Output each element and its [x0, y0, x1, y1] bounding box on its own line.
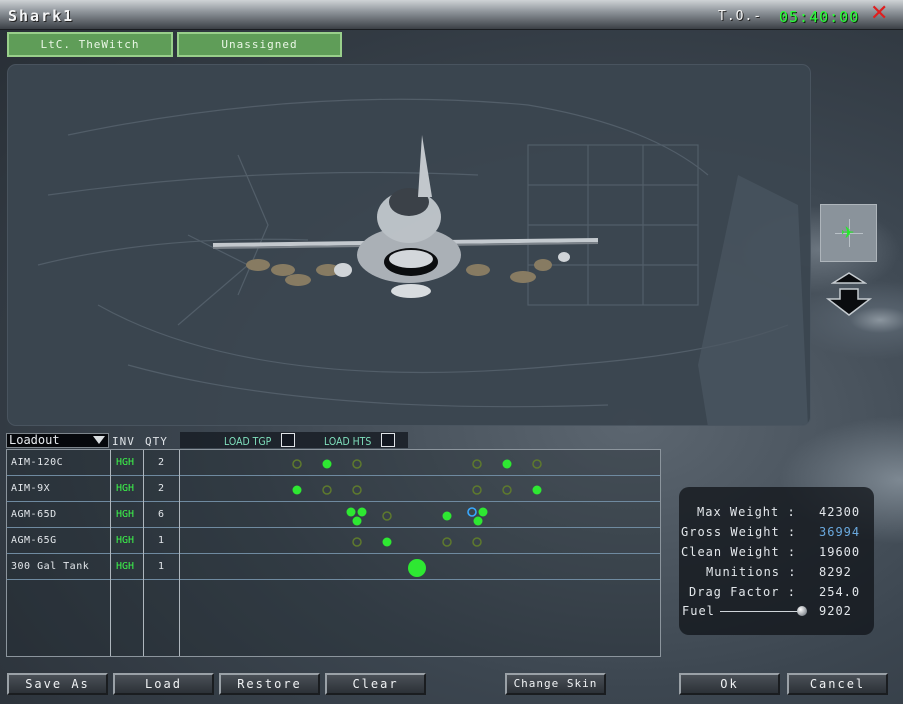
- load-hts-checkbox[interactable]: [381, 433, 395, 447]
- hardpoint-loaded-marker[interactable]: [478, 507, 488, 517]
- hardpoint-empty-marker[interactable]: [472, 485, 482, 495]
- restore-button[interactable]: Restore: [219, 673, 320, 695]
- munitions-label: Munitions :: [706, 565, 797, 579]
- hardpoint-empty-marker[interactable]: [472, 459, 482, 469]
- hardpoint-empty-marker[interactable]: [352, 459, 362, 469]
- hardpoint-loaded-marker[interactable]: [346, 507, 356, 517]
- hardpoint-empty-marker[interactable]: [352, 537, 362, 547]
- gross-weight-label: Gross Weight :: [681, 525, 797, 539]
- fuel-value: 9202: [819, 604, 852, 618]
- save-as-button[interactable]: Save As: [7, 673, 108, 695]
- clean-weight-label: Clean Weight :: [681, 545, 797, 559]
- hardpoint-loaded-marker[interactable]: [382, 537, 392, 547]
- loadout-dropdown-value: Loadout: [9, 433, 60, 447]
- view-rotate-pad[interactable]: ✈: [820, 204, 877, 262]
- munitions-value: 8292: [819, 565, 852, 579]
- hardpoint-empty-marker[interactable]: [502, 485, 512, 495]
- change-skin-button[interactable]: Change Skin: [505, 673, 606, 695]
- ok-button[interactable]: Ok: [679, 673, 780, 695]
- pilot-slot-1[interactable]: LtC. TheWitch: [7, 32, 173, 57]
- hardpoint-empty-marker[interactable]: [382, 511, 392, 521]
- hardpoint-loaded-marker[interactable]: [408, 559, 426, 577]
- flight-title: Shark1: [8, 7, 75, 25]
- zoom-in-arrow-icon[interactable]: [831, 272, 867, 284]
- gross-weight-value: 36994: [819, 525, 861, 539]
- close-icon[interactable]: ✕: [870, 3, 890, 25]
- hardpoint-empty-marker[interactable]: [442, 537, 452, 547]
- cancel-button[interactable]: Cancel: [787, 673, 888, 695]
- aircraft-preview-art: [37, 98, 808, 425]
- hardpoint-empty-marker[interactable]: [292, 459, 302, 469]
- load-hts-label: LOAD HTS: [324, 435, 372, 448]
- takeoff-time: 05:40:00: [779, 8, 860, 26]
- hardpoint-loaded-marker[interactable]: [322, 459, 332, 469]
- clear-button[interactable]: Clear: [325, 673, 426, 695]
- title-bar: Shark1 T.O.- 05:40:00 ✕: [0, 0, 903, 30]
- hardpoint-loaded-marker[interactable]: [473, 516, 483, 526]
- chevron-down-icon: [93, 436, 105, 444]
- load-tgp-label: LOAD TGP: [224, 435, 272, 448]
- drag-factor-label: Drag Factor :: [689, 585, 796, 599]
- hardpoint-loaded-marker[interactable]: [502, 459, 512, 469]
- aircraft-preview[interactable]: [7, 64, 811, 426]
- hardpoint-empty-marker[interactable]: [532, 459, 542, 469]
- zoom-out-arrow-icon[interactable]: [826, 288, 872, 316]
- hardpoint-loaded-marker[interactable]: [532, 485, 542, 495]
- fuel-slider-handle[interactable]: [797, 606, 807, 616]
- hardpoint-loaded-marker[interactable]: [442, 511, 452, 521]
- plane-icon: ✈: [841, 223, 855, 242]
- loadout-dropdown[interactable]: Loadout: [6, 433, 109, 448]
- load-button[interactable]: Load: [113, 673, 214, 695]
- drag-factor-value: 254.0: [819, 585, 861, 599]
- pilot-slot-2[interactable]: Unassigned: [177, 32, 342, 57]
- fuel-label: Fuel: [682, 604, 715, 618]
- column-header-qty: QTY: [145, 435, 168, 448]
- hardpoint-loaded-marker[interactable]: [357, 507, 367, 517]
- max-weight-value: 42300: [819, 505, 861, 519]
- hardpoint-empty-marker[interactable]: [322, 485, 332, 495]
- hardpoint-map[interactable]: [7, 450, 660, 656]
- fuel-slider-track[interactable]: [720, 611, 802, 612]
- stores-table: AIM-120C HGH 2 AIM-9X HGH 2 AGM-65D HGH …: [6, 449, 661, 657]
- takeoff-label: T.O.-: [718, 9, 763, 24]
- hardpoint-selected-marker[interactable]: [467, 507, 477, 517]
- max-weight-label: Max Weight :: [697, 505, 796, 519]
- clean-weight-value: 19600: [819, 545, 861, 559]
- column-header-inv: INV: [112, 435, 135, 448]
- hardpoint-loaded-marker[interactable]: [352, 516, 362, 526]
- hardpoint-empty-marker[interactable]: [472, 537, 482, 547]
- load-tgp-checkbox[interactable]: [281, 433, 295, 447]
- hardpoint-loaded-marker[interactable]: [292, 485, 302, 495]
- hardpoint-empty-marker[interactable]: [352, 485, 362, 495]
